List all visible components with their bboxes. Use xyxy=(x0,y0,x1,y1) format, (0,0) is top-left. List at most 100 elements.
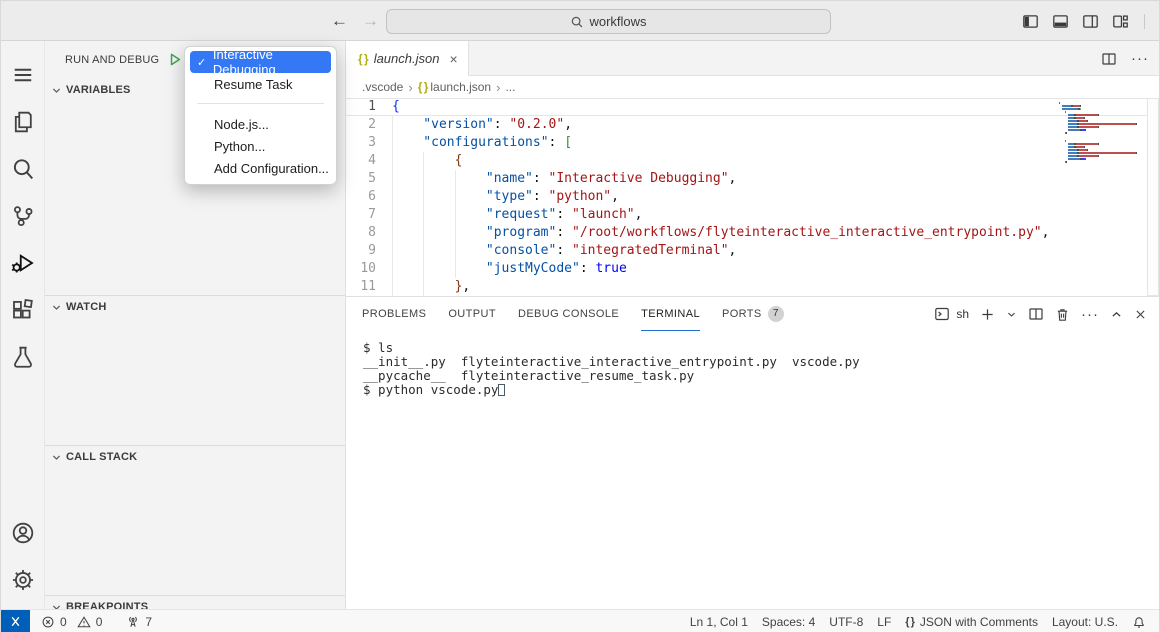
line-number[interactable]: 7 xyxy=(346,206,392,224)
activity-item-account[interactable] xyxy=(1,509,45,556)
eol[interactable]: LF xyxy=(870,610,898,632)
panel-tab-debug-console[interactable]: DEBUG CONSOLE xyxy=(518,297,619,331)
vscode-window: ← → workflows RUN AND DEBUG VARIABLES WA xyxy=(0,0,1160,632)
settings-icon xyxy=(11,568,35,592)
ports-status[interactable]: 7 xyxy=(119,610,159,632)
terminal-dropdown-icon[interactable] xyxy=(1006,309,1017,320)
search-icon xyxy=(11,157,35,181)
cursor-position[interactable]: Ln 1, Col 1 xyxy=(683,610,755,632)
layout-sidebar-left-icon[interactable] xyxy=(1022,13,1039,30)
activity-item-testing[interactable] xyxy=(1,333,45,380)
split-editor-icon[interactable] xyxy=(1101,51,1117,67)
code-editor[interactable]: 1 { 2 "version": "0.2.0", 3 "configurati… xyxy=(346,98,1159,296)
panel-tab-terminal[interactable]: TERMINAL xyxy=(641,297,700,331)
maximize-panel-icon[interactable] xyxy=(1110,308,1123,321)
activity-item-settings[interactable] xyxy=(1,556,45,603)
line-number[interactable]: 11 xyxy=(346,278,392,296)
minimap[interactable] xyxy=(1059,102,1145,164)
bell-icon[interactable] xyxy=(1125,610,1153,632)
line-number[interactable]: 5 xyxy=(346,170,392,188)
ports-count: 7 xyxy=(145,615,152,629)
chevron-down-icon xyxy=(51,602,62,610)
section-header[interactable]: BREAKPOINTS xyxy=(45,596,345,609)
line-number[interactable]: 4 xyxy=(346,152,392,170)
section-header[interactable]: CALL STACK xyxy=(45,446,345,468)
code-line: 5 "name": "Interactive Debugging", xyxy=(346,170,1159,188)
menu-item-interactive-debugging[interactable]: ✓Interactive Debugging xyxy=(190,51,331,73)
indent-guide xyxy=(455,242,486,260)
titlebar: ← → workflows xyxy=(1,1,1159,41)
breadcrumb-item[interactable]: { }launch.json xyxy=(418,80,491,94)
json-braces-icon: { } xyxy=(358,52,368,66)
start-debugging-icon[interactable] xyxy=(166,51,183,68)
layout-panel-icon[interactable] xyxy=(1052,13,1069,30)
json-braces-icon: { } xyxy=(418,80,428,94)
indent-guide xyxy=(455,224,486,242)
encoding[interactable]: UTF-8 xyxy=(822,610,870,632)
customize-layout-icon[interactable] xyxy=(1112,13,1129,30)
ports-badge: 7 xyxy=(768,306,784,322)
section-header[interactable]: WATCH xyxy=(45,296,345,318)
sidebar-title: RUN AND DEBUG xyxy=(65,54,159,66)
line-number[interactable]: 8 xyxy=(346,224,392,242)
breadcrumb-separator: › xyxy=(496,80,500,95)
layout-sidebar-right-icon[interactable] xyxy=(1082,13,1099,30)
keyboard-layout[interactable]: Layout: U.S. xyxy=(1045,610,1125,632)
menu-item-add-configuration-[interactable]: Add Configuration... xyxy=(190,157,331,179)
shell-label: sh xyxy=(956,307,969,321)
checkmark-icon: ✓ xyxy=(197,56,213,69)
terminal-output[interactable]: $ ls__init__.py flyteinteractive_interac… xyxy=(346,331,1159,397)
activity-item-menu[interactable] xyxy=(1,51,45,98)
error-icon xyxy=(41,615,55,629)
terminal-line: __pycache__ flyteinteractive_resume_task… xyxy=(363,369,1159,383)
panel-tab-problems[interactable]: PROBLEMS xyxy=(362,297,426,331)
indentation[interactable]: Spaces: 4 xyxy=(755,610,822,632)
indent-guide xyxy=(423,260,454,278)
activity-item-extensions[interactable] xyxy=(1,286,45,333)
tab-launch-json[interactable]: { } launch.json × xyxy=(346,41,469,76)
activity-item-search[interactable] xyxy=(1,145,45,192)
testing-icon xyxy=(11,345,35,369)
forward-button[interactable]: → xyxy=(362,11,379,31)
terminal-shell-icon[interactable] xyxy=(934,306,950,322)
new-terminal-icon[interactable] xyxy=(980,307,995,322)
breadcrumb-item[interactable]: ... xyxy=(505,80,515,94)
command-center-search[interactable]: workflows xyxy=(386,9,831,34)
close-panel-icon[interactable] xyxy=(1134,308,1147,321)
menu-item-python-[interactable]: Python... xyxy=(190,135,331,157)
line-number[interactable]: 1 xyxy=(346,99,392,115)
line-number[interactable]: 10 xyxy=(346,260,392,278)
line-number[interactable]: 6 xyxy=(346,188,392,206)
history-nav: ← → xyxy=(331,1,379,41)
back-button[interactable]: ← xyxy=(331,11,348,31)
tab-bar: { } launch.json × ··· xyxy=(346,41,1159,76)
activity-item-explorer[interactable] xyxy=(1,98,45,145)
terminal-line: __init__.py flyteinteractive_interactive… xyxy=(363,355,1159,369)
line-number[interactable]: 9 xyxy=(346,242,392,260)
language-mode[interactable]: { } JSON with Comments xyxy=(898,610,1045,632)
more-actions-icon[interactable]: ··· xyxy=(1131,50,1149,67)
activity-item-run-and-debug[interactable] xyxy=(1,239,45,286)
problems-status[interactable]: 0 0 xyxy=(34,610,109,632)
breadcrumb-item[interactable]: .vscode xyxy=(362,80,403,94)
remote-indicator[interactable] xyxy=(1,610,30,632)
panel-tab-ports[interactable]: PORTS7 xyxy=(722,297,784,331)
panel-more-icon[interactable]: ··· xyxy=(1081,306,1099,323)
debug-config-dropdown: ✓Interactive Debugging Resume Task Node.js… xyxy=(184,46,337,185)
close-tab-icon[interactable]: × xyxy=(449,51,457,67)
section-label: BREAKPOINTS xyxy=(66,601,148,609)
editor-scrollbar[interactable] xyxy=(1147,98,1159,296)
activity-item-source-control[interactable] xyxy=(1,192,45,239)
kill-terminal-icon[interactable] xyxy=(1055,307,1070,322)
indent-guide xyxy=(455,188,486,206)
line-number[interactable]: 3 xyxy=(346,134,392,152)
panel-tab-output[interactable]: OUTPUT xyxy=(448,297,496,331)
line-number[interactable]: 2 xyxy=(346,116,392,134)
terminal-line: $ ls xyxy=(363,341,1159,355)
split-terminal-icon[interactable] xyxy=(1028,306,1044,322)
menu-item-label: Resume Task xyxy=(214,77,293,92)
statusbar-right: Ln 1, Col 1 Spaces: 4 UTF-8 LF { } JSON … xyxy=(683,610,1153,632)
menu-item-node-js-[interactable]: Node.js... xyxy=(190,113,331,135)
code-line: 3 "configurations": [ xyxy=(346,134,1159,152)
breadcrumb: .vscode›{ }launch.json›... xyxy=(346,76,1159,98)
